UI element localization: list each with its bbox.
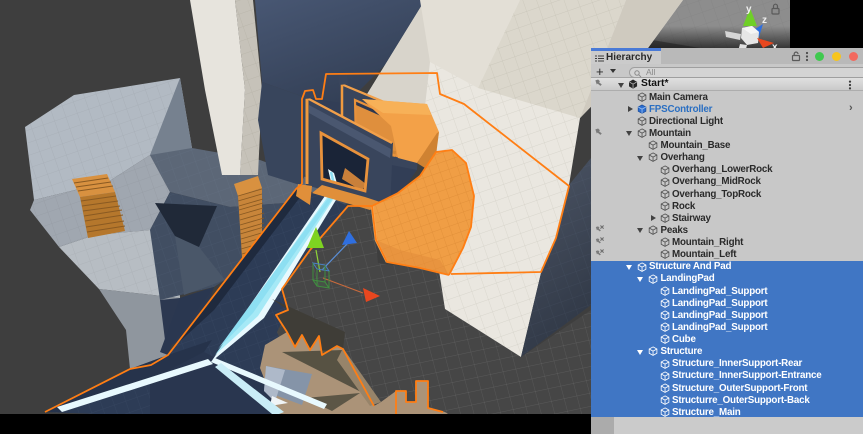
svg-text:z: z [762, 15, 767, 26]
svg-text:y: y [746, 4, 752, 15]
